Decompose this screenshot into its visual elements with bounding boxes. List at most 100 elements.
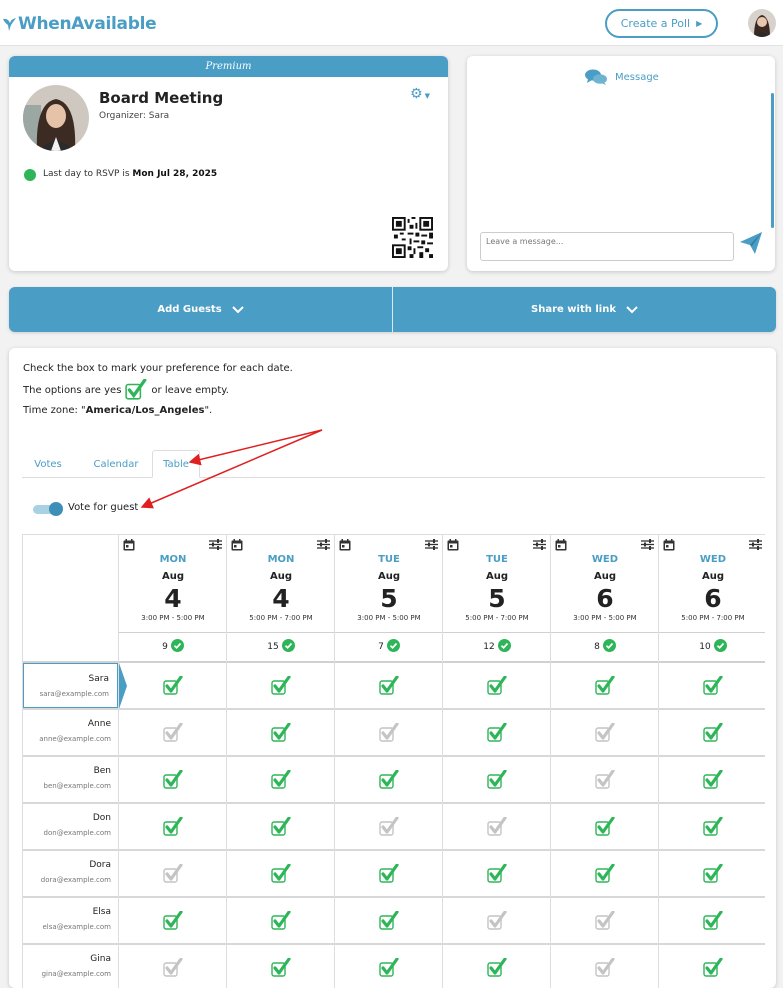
add-guests-button[interactable]: Add Guests — [9, 287, 392, 332]
vote-count-value: 7 — [378, 642, 384, 652]
bird-logo-icon — [3, 18, 16, 31]
guest-name-cell[interactable]: Anne anne@example.com — [22, 709, 119, 756]
calendar-icon[interactable] — [663, 539, 675, 551]
calendar-icon[interactable] — [231, 539, 243, 551]
vote-checkbox[interactable] — [227, 944, 335, 988]
vote-checkbox[interactable] — [551, 897, 659, 944]
vote-checkbox[interactable] — [227, 850, 335, 897]
time-range: 3:00 PM - 5:00 PM — [573, 614, 637, 622]
day-of-week: WED — [591, 554, 619, 565]
vote-checkbox[interactable] — [659, 662, 765, 709]
vote-checkbox[interactable] — [443, 662, 551, 709]
vote-checkbox[interactable] — [443, 756, 551, 803]
vote-checkbox[interactable] — [335, 850, 443, 897]
vote-for-guest-toggle[interactable] — [33, 502, 63, 516]
guest-actions-bar: Add Guests Share with link — [9, 287, 776, 332]
vote-checkbox[interactable] — [659, 756, 765, 803]
vote-checkbox[interactable] — [335, 662, 443, 709]
vote-checkbox[interactable] — [227, 897, 335, 944]
guest-name-cell[interactable]: Gina gina@example.com — [22, 944, 119, 988]
vote-checkbox[interactable] — [119, 756, 227, 803]
availability-table: MON Aug 4 3:00 PM - 5:00 PM 9 MON Aug 4 5:00 PM … — [22, 534, 765, 988]
check-icon — [125, 379, 147, 400]
sliders-icon[interactable] — [425, 539, 438, 550]
event-card: Premium Board Meeting Organizer: Sara ⚙ ▼… — [9, 56, 448, 271]
send-icon[interactable] — [739, 231, 763, 255]
guest-name-cell[interactable]: Sara sara@example.com — [22, 662, 119, 709]
vote-checkbox[interactable] — [659, 897, 765, 944]
vote-checkbox[interactable] — [551, 756, 659, 803]
day-of-week: TUE — [486, 554, 508, 565]
vote-checkbox[interactable] — [335, 897, 443, 944]
sliders-icon[interactable] — [749, 539, 762, 550]
vote-checkbox[interactable] — [551, 803, 659, 850]
toggle-knob — [49, 502, 63, 516]
vote-checkbox[interactable] — [335, 709, 443, 756]
vote-checkbox[interactable] — [227, 803, 335, 850]
vote-checkbox[interactable] — [551, 944, 659, 988]
vote-checkbox[interactable] — [659, 709, 765, 756]
message-scrollbar[interactable] — [771, 93, 774, 228]
premium-badge: Premium — [9, 56, 448, 77]
vote-checkbox[interactable] — [551, 709, 659, 756]
calendar-icon[interactable] — [447, 539, 459, 551]
tab-votes[interactable]: Votes — [22, 450, 74, 478]
vote-checkbox[interactable] — [443, 850, 551, 897]
guest-email: dora@example.com — [40, 876, 111, 884]
vote-checkbox[interactable] — [227, 709, 335, 756]
timezone-suffix: ". — [204, 405, 213, 416]
sliders-icon[interactable] — [641, 539, 654, 550]
message-input[interactable]: Leave a message... — [480, 232, 734, 261]
vote-checkbox[interactable] — [551, 850, 659, 897]
qr-code-icon[interactable] — [392, 217, 433, 258]
day-of-week: TUE — [378, 554, 400, 565]
vote-checkbox[interactable] — [659, 944, 765, 988]
vote-checkbox[interactable] — [119, 897, 227, 944]
caret-right-icon: ▶ — [696, 19, 703, 28]
vote-checkbox[interactable] — [443, 803, 551, 850]
vote-checkbox[interactable] — [443, 897, 551, 944]
sliders-icon[interactable] — [317, 539, 330, 550]
vote-checkbox[interactable] — [443, 709, 551, 756]
vote-checkbox[interactable] — [659, 803, 765, 850]
guest-name: Sara — [88, 674, 109, 684]
vote-checkbox[interactable] — [119, 662, 227, 709]
check-circle-icon — [497, 639, 511, 655]
brand-logo[interactable]: WhenAvailable — [2, 12, 157, 36]
vote-checkbox[interactable] — [659, 850, 765, 897]
sliders-icon[interactable] — [209, 539, 222, 550]
guest-name-cell[interactable]: Dora dora@example.com — [22, 850, 119, 897]
user-avatar[interactable] — [748, 9, 776, 37]
vote-checkbox[interactable] — [227, 756, 335, 803]
calendar-icon[interactable] — [339, 539, 351, 551]
instruction-line-2: The options are yes or leave empty. — [23, 379, 229, 401]
vote-count-value: 9 — [162, 642, 168, 652]
guest-name-cell[interactable]: Elsa elsa@example.com — [22, 897, 119, 944]
vote-checkbox[interactable] — [335, 756, 443, 803]
vote-checkbox[interactable] — [119, 709, 227, 756]
vote-checkbox[interactable] — [227, 662, 335, 709]
create-poll-button[interactable]: Create a Poll ▶ — [605, 9, 718, 38]
day-number: 4 — [272, 584, 290, 613]
organizer-avatar — [23, 85, 89, 151]
guest-name-cell[interactable]: Ben ben@example.com — [22, 756, 119, 803]
calendar-icon[interactable] — [123, 539, 135, 551]
vote-checkbox[interactable] — [335, 944, 443, 988]
calendar-icon[interactable] — [555, 539, 567, 551]
share-link-button[interactable]: Share with link — [392, 287, 776, 332]
vote-count: 15 — [227, 632, 335, 662]
vote-checkbox[interactable] — [335, 803, 443, 850]
vote-checkbox[interactable] — [119, 944, 227, 988]
guest-name-cell[interactable]: Don don@example.com — [22, 803, 119, 850]
vote-checkbox[interactable] — [443, 944, 551, 988]
sliders-icon[interactable] — [533, 539, 546, 550]
month-label: Aug — [161, 571, 185, 582]
vote-checkbox[interactable] — [551, 662, 659, 709]
tab-table[interactable]: Table — [152, 450, 200, 478]
gear-icon[interactable]: ⚙ ▼ — [410, 86, 430, 102]
month-label: Aug — [377, 571, 401, 582]
vote-checkbox[interactable] — [119, 850, 227, 897]
vote-checkbox[interactable] — [119, 803, 227, 850]
date-column-header: TUE Aug 5 5:00 PM - 7:00 PM — [443, 534, 551, 632]
tab-calendar[interactable]: Calendar — [80, 450, 152, 478]
